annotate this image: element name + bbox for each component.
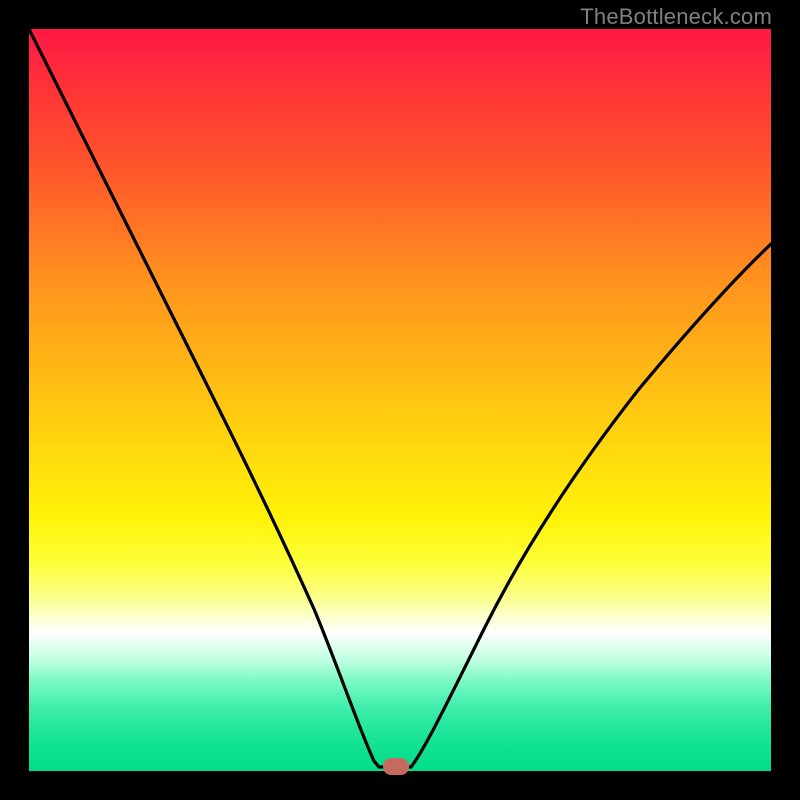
chart-frame: TheBottleneck.com [0, 0, 800, 800]
bottleneck-curve [29, 29, 771, 767]
chart-overlay [29, 29, 771, 771]
watermark-text: TheBottleneck.com [580, 4, 772, 30]
optimal-marker [383, 758, 409, 775]
